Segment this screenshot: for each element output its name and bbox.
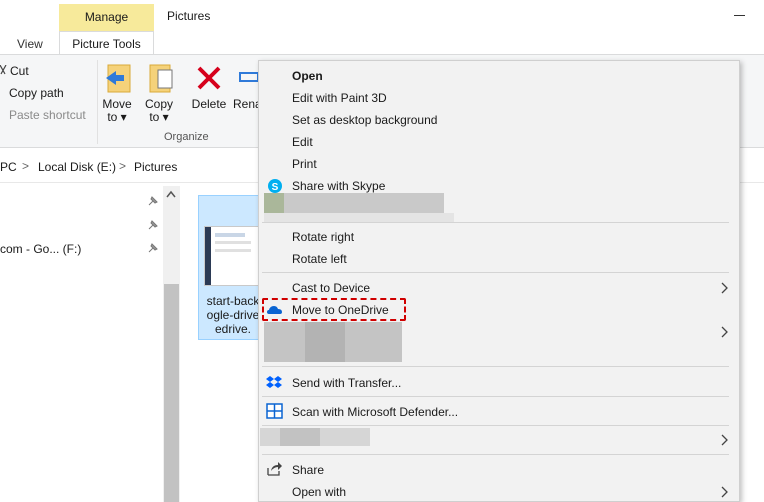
redacted-menu-item[interactable] [264,193,444,213]
dropbox-icon [266,376,282,388]
menu-item-send-with-transfer[interactable]: Send with Transfer... [292,376,401,390]
menu-item-print[interactable]: Print [292,157,317,171]
menu-item-rotate-left[interactable]: Rotate left [292,252,347,266]
menu-item-open-with[interactable]: Open with [292,485,346,499]
copy-path-label: Copy path [9,86,64,100]
ribbon-divider [97,60,98,144]
menu-separator [262,425,729,426]
rename-icon [239,72,258,82]
breadcrumb-local-disk[interactable]: Local Disk (E:) [38,160,116,174]
menu-item-edit-paint3d[interactable]: Edit with Paint 3D [292,91,387,105]
window-title: Pictures [167,9,211,23]
menu-item-open[interactable]: Open [292,69,323,83]
menu-separator [262,454,729,455]
menu-item-share-skype[interactable]: Share with Skype [292,179,385,193]
chevron-right-icon [721,282,728,294]
tab-picture-tools-label: Picture Tools [72,37,141,51]
menu-item-scan-defender[interactable]: Scan with Microsoft Defender... [292,405,458,419]
move-to-button[interactable]: Move to ▾ [101,60,133,126]
minimize-icon[interactable] [734,15,745,16]
breadcrumb-separator[interactable]: > [119,159,126,173]
menu-separator [262,396,729,397]
redacted-icon [264,193,284,213]
menu-item-set-desktop-background[interactable]: Set as desktop background [292,113,437,127]
copy-to-button[interactable]: Copy to ▾ [143,60,175,126]
nav-item-drive[interactable]: com - Go... (F:) [0,242,81,256]
copy-to-label-2: to ▾ [149,110,169,124]
breadcrumb-separator[interactable]: > [22,159,29,173]
menu-item-rotate-right[interactable]: Rotate right [292,230,354,244]
copy-folder-icon [149,64,173,93]
chevron-right-icon [721,486,728,498]
organize-group-label: Organize [164,131,209,143]
chevron-right-icon [721,434,728,446]
scroll-up-arrow-icon[interactable] [166,190,176,198]
tab-view[interactable]: View [17,37,43,51]
scissors-icon [0,65,7,75]
menu-item-cast-to-device[interactable]: Cast to Device [292,281,370,295]
move-to-label-2: to ▾ [107,110,127,124]
rename-button[interactable]: Rena [233,60,258,126]
pin-icon[interactable] [147,195,159,207]
move-to-label-1: Move [102,97,132,111]
chevron-right-icon [721,326,728,338]
skype-icon: S [268,179,282,193]
rename-label: Rena [233,97,258,111]
redacted-area [305,322,345,362]
menu-separator [262,272,729,273]
breadcrumb-pictures[interactable]: Pictures [134,160,177,174]
svg-text:S: S [272,182,279,193]
delete-label: Delete [191,97,227,111]
pin-icon[interactable] [147,219,159,231]
move-folder-icon [106,64,131,93]
highlight-annotation [262,298,406,321]
manage-tab-label: Manage [84,10,129,24]
breadcrumb-pc[interactable]: PC [0,160,17,174]
defender-shield-icon [266,403,283,419]
delete-button[interactable]: Delete [191,60,227,126]
share-icon [267,462,282,476]
file-thumbnail [204,226,260,286]
delete-x-icon [197,66,221,90]
cut-label: Cut [10,64,29,78]
menu-separator [262,366,729,367]
menu-separator [262,222,729,223]
copy-to-label-1: Copy [144,97,173,111]
menu-item-share[interactable]: Share [292,463,324,477]
menu-item-edit[interactable]: Edit [292,135,313,149]
redacted-area [280,428,320,446]
nav-scroll-thumb[interactable] [164,284,179,502]
redacted-area [264,213,454,222]
pin-icon[interactable] [147,242,159,254]
paste-shortcut-label: Paste shortcut [9,108,86,122]
